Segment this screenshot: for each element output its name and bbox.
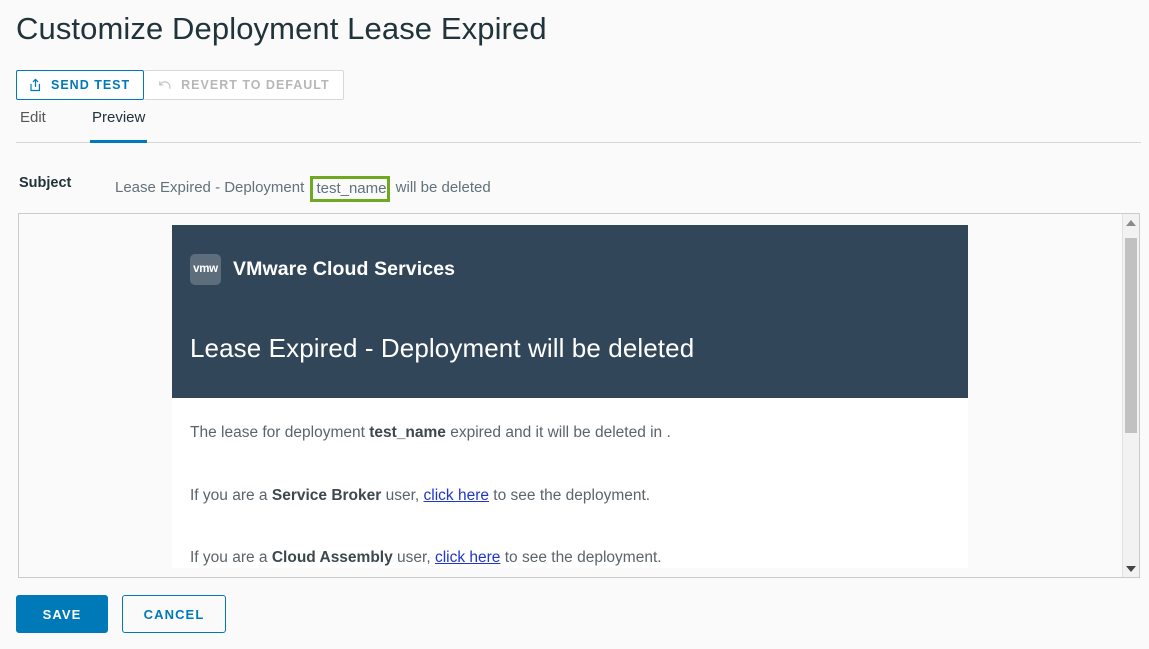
send-test-label: Send Test: [51, 78, 131, 92]
scrollbar-thumb[interactable]: [1125, 238, 1137, 433]
para3-text-3: to see the deployment.: [500, 549, 662, 567]
email-heading: Lease Expired - Deployment will be delet…: [190, 333, 695, 363]
vmware-logo-icon: vmw: [190, 253, 221, 285]
subject-text-before: Lease Expired - Deployment: [115, 179, 309, 196]
para3-text-1: If you are a: [190, 549, 272, 567]
scrollbar-up-arrow-icon[interactable]: [1123, 214, 1139, 231]
subject-text-after: will be deleted: [391, 179, 491, 196]
revert-to-default-label: Revert to Default: [181, 78, 330, 92]
email-header: vmw VMware Cloud Services Lease Expired …: [172, 225, 968, 398]
email-body: The lease for deployment test_name expir…: [172, 398, 968, 568]
cloud-assembly-link[interactable]: click here: [435, 549, 500, 566]
action-toolbar: Send Test Revert to Default: [16, 70, 344, 100]
tab-edit[interactable]: Edit: [18, 109, 48, 143]
email-brand-name: VMware Cloud Services: [233, 257, 456, 280]
tab-preview-label: Preview: [92, 109, 146, 126]
para1-text-2: expired and it will be deleted in .: [445, 424, 671, 441]
service-broker-link[interactable]: click here: [424, 487, 489, 504]
email-brand-row: vmw VMware Cloud Services: [190, 253, 950, 285]
para3-text-2: user,: [392, 549, 435, 567]
subject-row: Subject Lease Expired - Deployment test_…: [0, 172, 1149, 202]
email-preview-pane: vmw VMware Cloud Services Lease Expired …: [18, 213, 1140, 578]
email-paragraph-1: The lease for deployment test_name expir…: [190, 424, 950, 443]
tab-bar: Edit Preview: [0, 108, 1149, 143]
email-card: vmw VMware Cloud Services Lease Expired …: [172, 225, 968, 568]
cancel-button[interactable]: Cancel: [122, 595, 226, 633]
undo-icon: [157, 78, 173, 93]
email-paragraph-2: If you are a Service Broker user, click …: [190, 487, 950, 506]
tab-preview[interactable]: Preview: [90, 109, 148, 143]
export-icon: [28, 78, 43, 93]
para2-text-3: to see the deployment.: [488, 486, 651, 504]
subject-value: Lease Expired - Deployment test_name wil…: [115, 175, 491, 202]
page-title: Customize Deployment Lease Expired: [16, 11, 547, 46]
para2-text-2: user,: [381, 486, 424, 504]
send-test-button[interactable]: Send Test: [16, 70, 145, 100]
email-paragraph-3: If you are a Cloud Assembly user, click …: [190, 549, 950, 568]
tab-divider: [16, 142, 1141, 143]
revert-to-default-button[interactable]: Revert to Default: [144, 70, 344, 100]
subject-token-highlight[interactable]: test_name: [310, 176, 391, 202]
para1-text-1: The lease for deployment: [190, 424, 370, 441]
tab-edit-label: Edit: [20, 109, 46, 126]
para1-bold-1: test_name: [369, 424, 446, 441]
tab-active-indicator: [90, 140, 148, 143]
para2-text-1: If you are a: [190, 486, 272, 504]
save-button[interactable]: Save: [16, 595, 108, 633]
scrollbar-down-arrow-icon[interactable]: [1123, 560, 1139, 577]
para2-bold-1: Service Broker: [271, 486, 382, 504]
para3-bold-1: Cloud Assembly: [271, 549, 393, 567]
footer-actions: Save Cancel: [0, 580, 1149, 649]
preview-scrollbar[interactable]: [1122, 214, 1139, 577]
subject-label: Subject: [19, 175, 72, 191]
